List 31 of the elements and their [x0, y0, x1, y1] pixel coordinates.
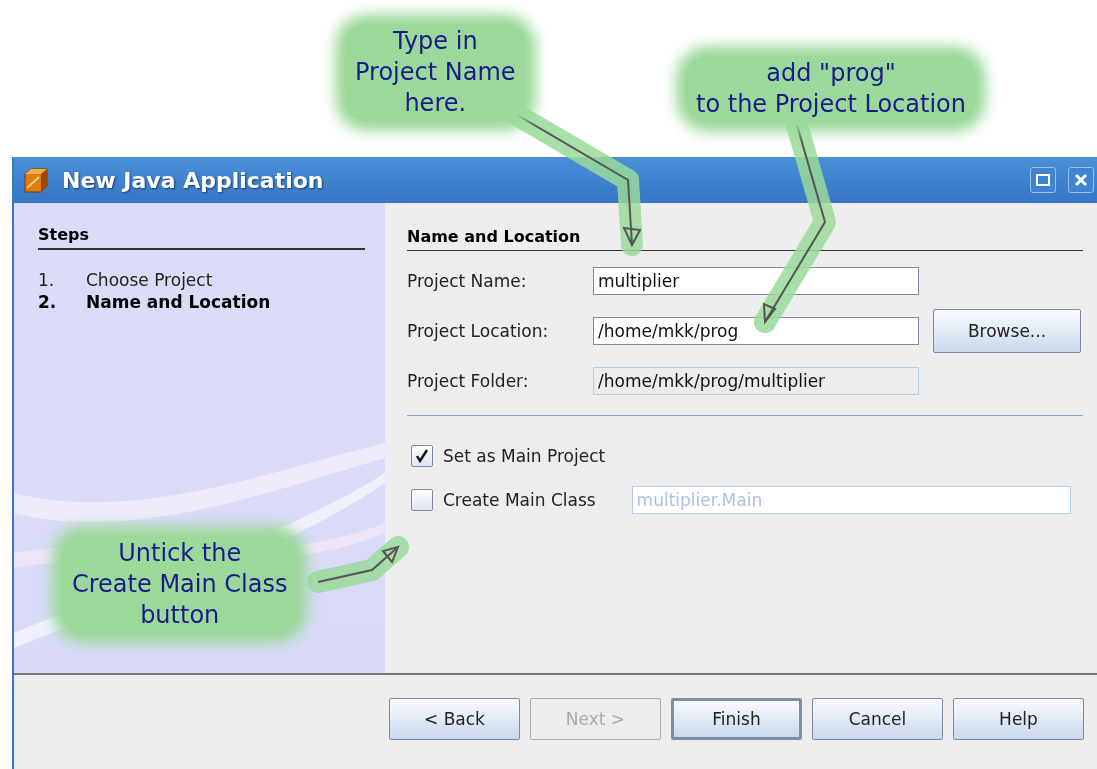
dialog-button[interactable]: < Back: [389, 698, 520, 740]
checkbox-label: Set as Main Project: [443, 446, 606, 466]
checkbox-label: Create Main Class: [443, 490, 596, 510]
callout-note: Type in Project Name here.: [345, 24, 526, 121]
step-number: 2.: [38, 292, 58, 312]
folder-field[interactable]: /home/mkk/prog/multiplier: [593, 367, 919, 395]
input-field[interactable]: multiplier: [593, 267, 919, 295]
dialog-button[interactable]: Cancel: [812, 698, 943, 740]
checkbox[interactable]: [411, 445, 433, 467]
window-title: New Java Application: [62, 167, 324, 193]
step-number: 1.: [38, 270, 56, 290]
callout-note: add "prog" to the Project Location: [686, 56, 976, 122]
maximize-button[interactable]: [1030, 167, 1056, 193]
input-field[interactable]: /home/mkk/prog: [593, 317, 919, 345]
dialog-button[interactable]: Finish: [671, 698, 802, 740]
step-label: Choose Project: [86, 270, 213, 290]
close-icon: [1073, 172, 1089, 188]
step-label: Name and Location: [86, 292, 271, 312]
steps-heading: Steps: [38, 225, 365, 250]
checkbox[interactable]: [411, 489, 433, 511]
field-label: Project Folder:: [407, 371, 530, 391]
close-button[interactable]: [1068, 167, 1094, 193]
dialog-button[interactable]: Help: [953, 698, 1084, 740]
callout-note: Untick the Create Main Class button: [62, 536, 298, 633]
maximize-icon: [1035, 172, 1051, 188]
field-label: Project Location:: [407, 321, 550, 341]
browse-button[interactable]: Browse...: [933, 309, 1081, 353]
section-heading: Name and Location: [407, 227, 1083, 251]
checkmark-icon: [415, 449, 429, 463]
field-label: Project Name:: [407, 271, 528, 291]
cube-icon: [22, 166, 50, 194]
